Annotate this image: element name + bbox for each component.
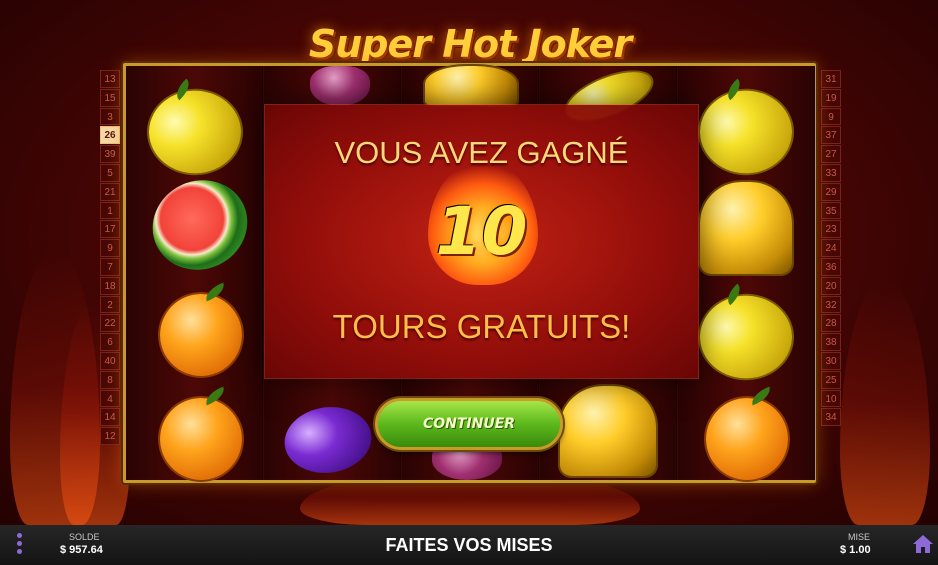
game-stage: Super Hot Joker 13 15 3 26 39 5 21 1 17 9 7 18 2 22 6 4… xyxy=(0,0,938,525)
bell-symbol xyxy=(425,66,517,106)
payline-marker: 7 xyxy=(100,257,120,276)
payline-marker: 20 xyxy=(821,276,841,295)
payline-marker: 19 xyxy=(821,88,841,107)
payline-marker: 13 xyxy=(100,70,120,88)
reel-1 xyxy=(126,66,263,480)
payline-marker: 40 xyxy=(100,351,120,370)
payline-marker: 35 xyxy=(821,201,841,220)
payline-marker: 17 xyxy=(100,220,120,239)
home-icon[interactable] xyxy=(912,533,934,555)
payline-marker: 10 xyxy=(821,389,841,408)
payline-marker: 24 xyxy=(821,239,841,257)
payline-marker: 31 xyxy=(821,70,841,88)
bottom-bar: SOLDE $ 957.64 FAITES VOS MISES MISE $ 1… xyxy=(0,525,938,565)
payline-marker: 39 xyxy=(100,145,120,163)
payline-marker: 22 xyxy=(100,314,120,333)
bell-symbol xyxy=(700,182,792,274)
payline-marker: 6 xyxy=(100,333,120,351)
payline-marker: 21 xyxy=(100,182,120,201)
payline-marker: 8 xyxy=(100,370,120,389)
payline-marker: 18 xyxy=(100,276,120,295)
free-spins-win-popup: VOUS AVEZ GAGNÉ 10 TOURS GRATUITS! xyxy=(265,105,698,378)
orange-symbol xyxy=(706,386,788,480)
reel-5 xyxy=(678,66,815,480)
payline-marker: 3 xyxy=(100,107,120,126)
paylines-left: 13 15 3 26 39 5 21 1 17 9 7 18 2 22 6 40 8 4 14 12 xyxy=(100,70,120,446)
bell-symbol xyxy=(560,386,656,476)
payline-marker: 1 xyxy=(100,201,120,220)
payline-marker: 4 xyxy=(100,389,120,408)
payline-marker: 29 xyxy=(821,182,841,201)
payline-marker: 37 xyxy=(821,126,841,145)
lemon-symbol xyxy=(133,76,257,188)
plum-symbol xyxy=(271,395,385,485)
watermelon-symbol xyxy=(137,164,263,286)
payline-marker: 27 xyxy=(821,145,841,163)
payline-marker: 26 xyxy=(100,126,120,145)
continue-button[interactable]: CONTINUER xyxy=(375,398,563,450)
win-subtitle: TOURS GRATUITS! xyxy=(332,308,631,345)
lemon-symbol xyxy=(684,76,808,188)
background-flame xyxy=(840,280,930,525)
payline-marker: 2 xyxy=(100,295,120,314)
orange-symbol xyxy=(160,282,242,376)
payline-marker: 23 xyxy=(821,220,841,239)
free-spins-count: 10 xyxy=(435,193,528,270)
payline-marker: 15 xyxy=(100,88,120,107)
payline-marker: 32 xyxy=(821,295,841,314)
payline-marker: 38 xyxy=(821,333,841,351)
payline-marker: 9 xyxy=(821,107,841,126)
payline-marker: 33 xyxy=(821,163,841,182)
payline-marker: 9 xyxy=(100,239,120,257)
bet-label: MISE xyxy=(848,532,871,542)
payline-marker: 28 xyxy=(821,314,841,333)
lemon-symbol xyxy=(684,281,808,393)
payline-marker: 12 xyxy=(100,427,120,445)
payline-marker: 30 xyxy=(821,351,841,370)
payline-marker: 5 xyxy=(100,163,120,182)
grapes-symbol xyxy=(310,66,370,106)
orange-symbol xyxy=(160,386,242,480)
bet-value[interactable]: $ 1.00 xyxy=(840,544,871,556)
payline-marker: 34 xyxy=(821,408,841,427)
payline-marker: 14 xyxy=(100,408,120,427)
payline-marker: 25 xyxy=(821,370,841,389)
payline-marker: 36 xyxy=(821,257,841,276)
status-message: FAITES VOS MISES xyxy=(385,535,553,555)
game-logo: Super Hot Joker xyxy=(308,22,632,66)
paylines-right: 31 19 9 37 27 33 29 35 23 24 36 20 32 28 38 30 25 10 34 xyxy=(821,70,841,427)
